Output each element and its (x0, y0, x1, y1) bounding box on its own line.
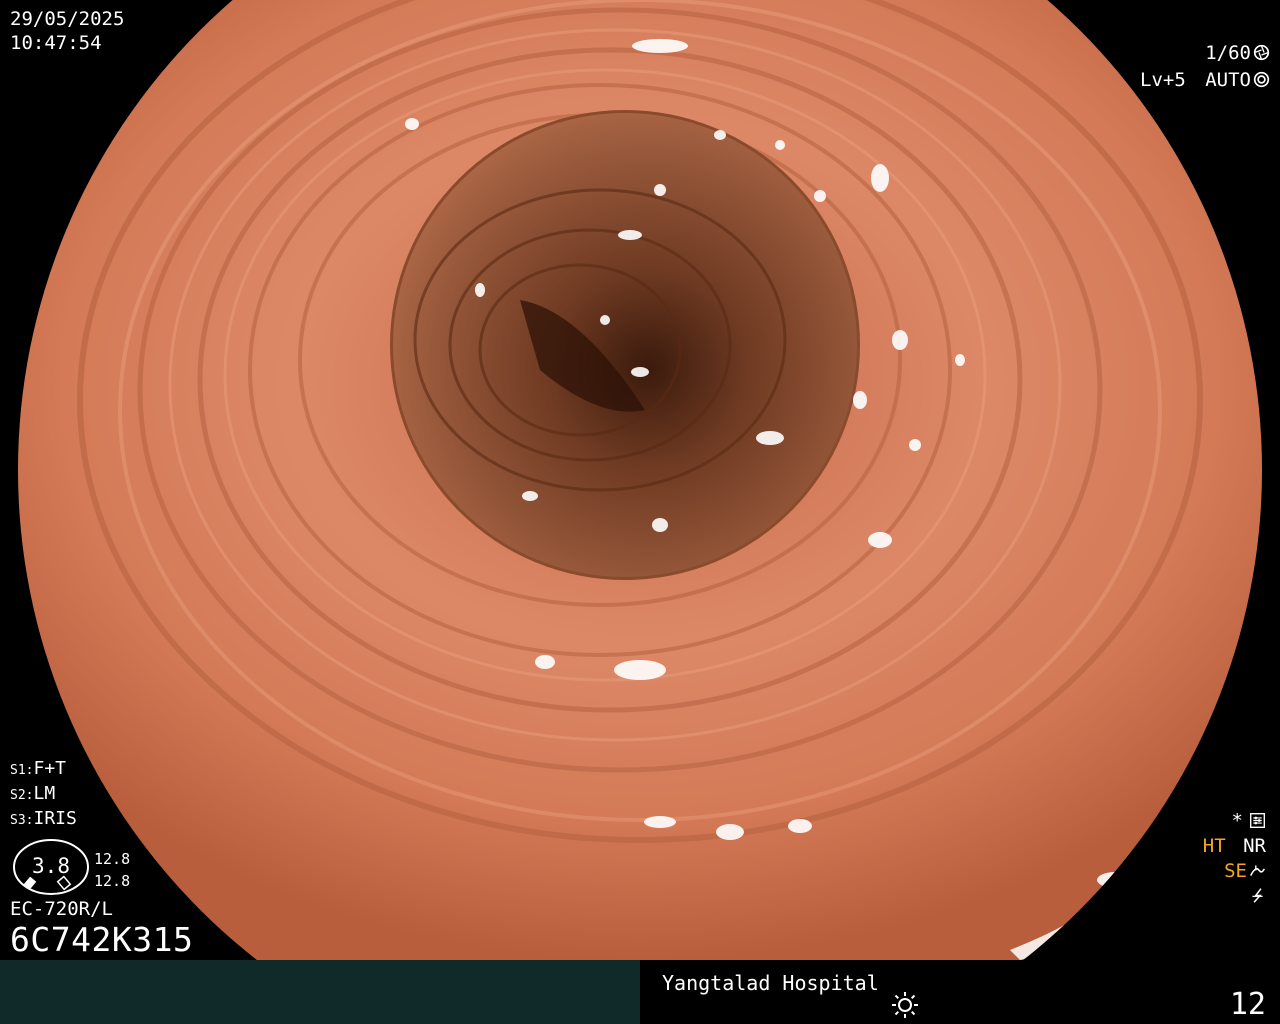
scope-scale-indicator: 3.8 (12, 838, 90, 896)
processing-modes: * HT NR SE (1203, 810, 1266, 910)
scale-side-value-2: 12.8 (94, 872, 131, 890)
se-icon (1250, 865, 1265, 876)
scale-circle-value: 3.8 (32, 854, 70, 878)
shutter-row: 1/60 (1140, 42, 1270, 69)
settings-icon (1250, 813, 1265, 828)
setting-s3-value: IRIS (33, 808, 77, 829)
image-counter: 12 (1229, 987, 1266, 1022)
setting-s3-key: S3: (10, 813, 34, 828)
shutter-icon (1253, 44, 1270, 61)
footer-right-panel: Yangtalad Hospital 12 (640, 960, 1280, 1024)
exposure-info: 1/60 Lv+5 AUTO (1140, 42, 1270, 96)
setting-s2-key: S2: (10, 788, 34, 803)
setting-s1-key: S1: (10, 763, 34, 778)
nr-label: NR (1243, 835, 1266, 857)
structure-settings: S1:F+T S2:LM S3:IRIS (10, 758, 77, 833)
level-text: Lv+5 (1140, 69, 1186, 91)
mode-row-3: SE (1203, 860, 1266, 885)
mode-row-2: HT NR (1203, 835, 1266, 860)
date-text: 29/05/2025 (10, 8, 125, 30)
footer-left-panel (0, 960, 640, 1024)
setting-s2: S2:LM (10, 783, 77, 808)
hospital-name: Yangtalad Hospital (662, 971, 879, 995)
star-text: * (1231, 810, 1243, 832)
mode-row-1: * (1203, 810, 1266, 835)
setting-s1: S1:F+T (10, 758, 77, 783)
auto-iris-icon (1253, 71, 1270, 88)
setting-s3: S3:IRIS (10, 808, 77, 833)
time-text: 10:47:54 (10, 32, 102, 54)
lightning-icon (1252, 888, 1263, 903)
scale-side-values: 12.8 12.8 (94, 848, 130, 892)
setting-s2-value: LM (33, 783, 56, 804)
scope-serial: 6C742K315 (10, 920, 194, 959)
ht-label: HT (1202, 835, 1226, 857)
brightness-icon (892, 992, 918, 1018)
setting-s1-value: F+T (33, 758, 66, 779)
iris-row: Lv+5 AUTO (1140, 69, 1270, 96)
scope-model: EC-720R/L (10, 898, 113, 920)
datetime: 29/05/2025 10:47:54 (10, 8, 124, 56)
endoscope-image (0, 0, 1280, 960)
mode-row-4 (1203, 885, 1266, 910)
scale-side-value-1: 12.8 (94, 850, 131, 868)
se-label: SE (1224, 860, 1247, 882)
auto-text: AUTO (1205, 69, 1251, 91)
shutter-text: 1/60 (1205, 42, 1251, 64)
